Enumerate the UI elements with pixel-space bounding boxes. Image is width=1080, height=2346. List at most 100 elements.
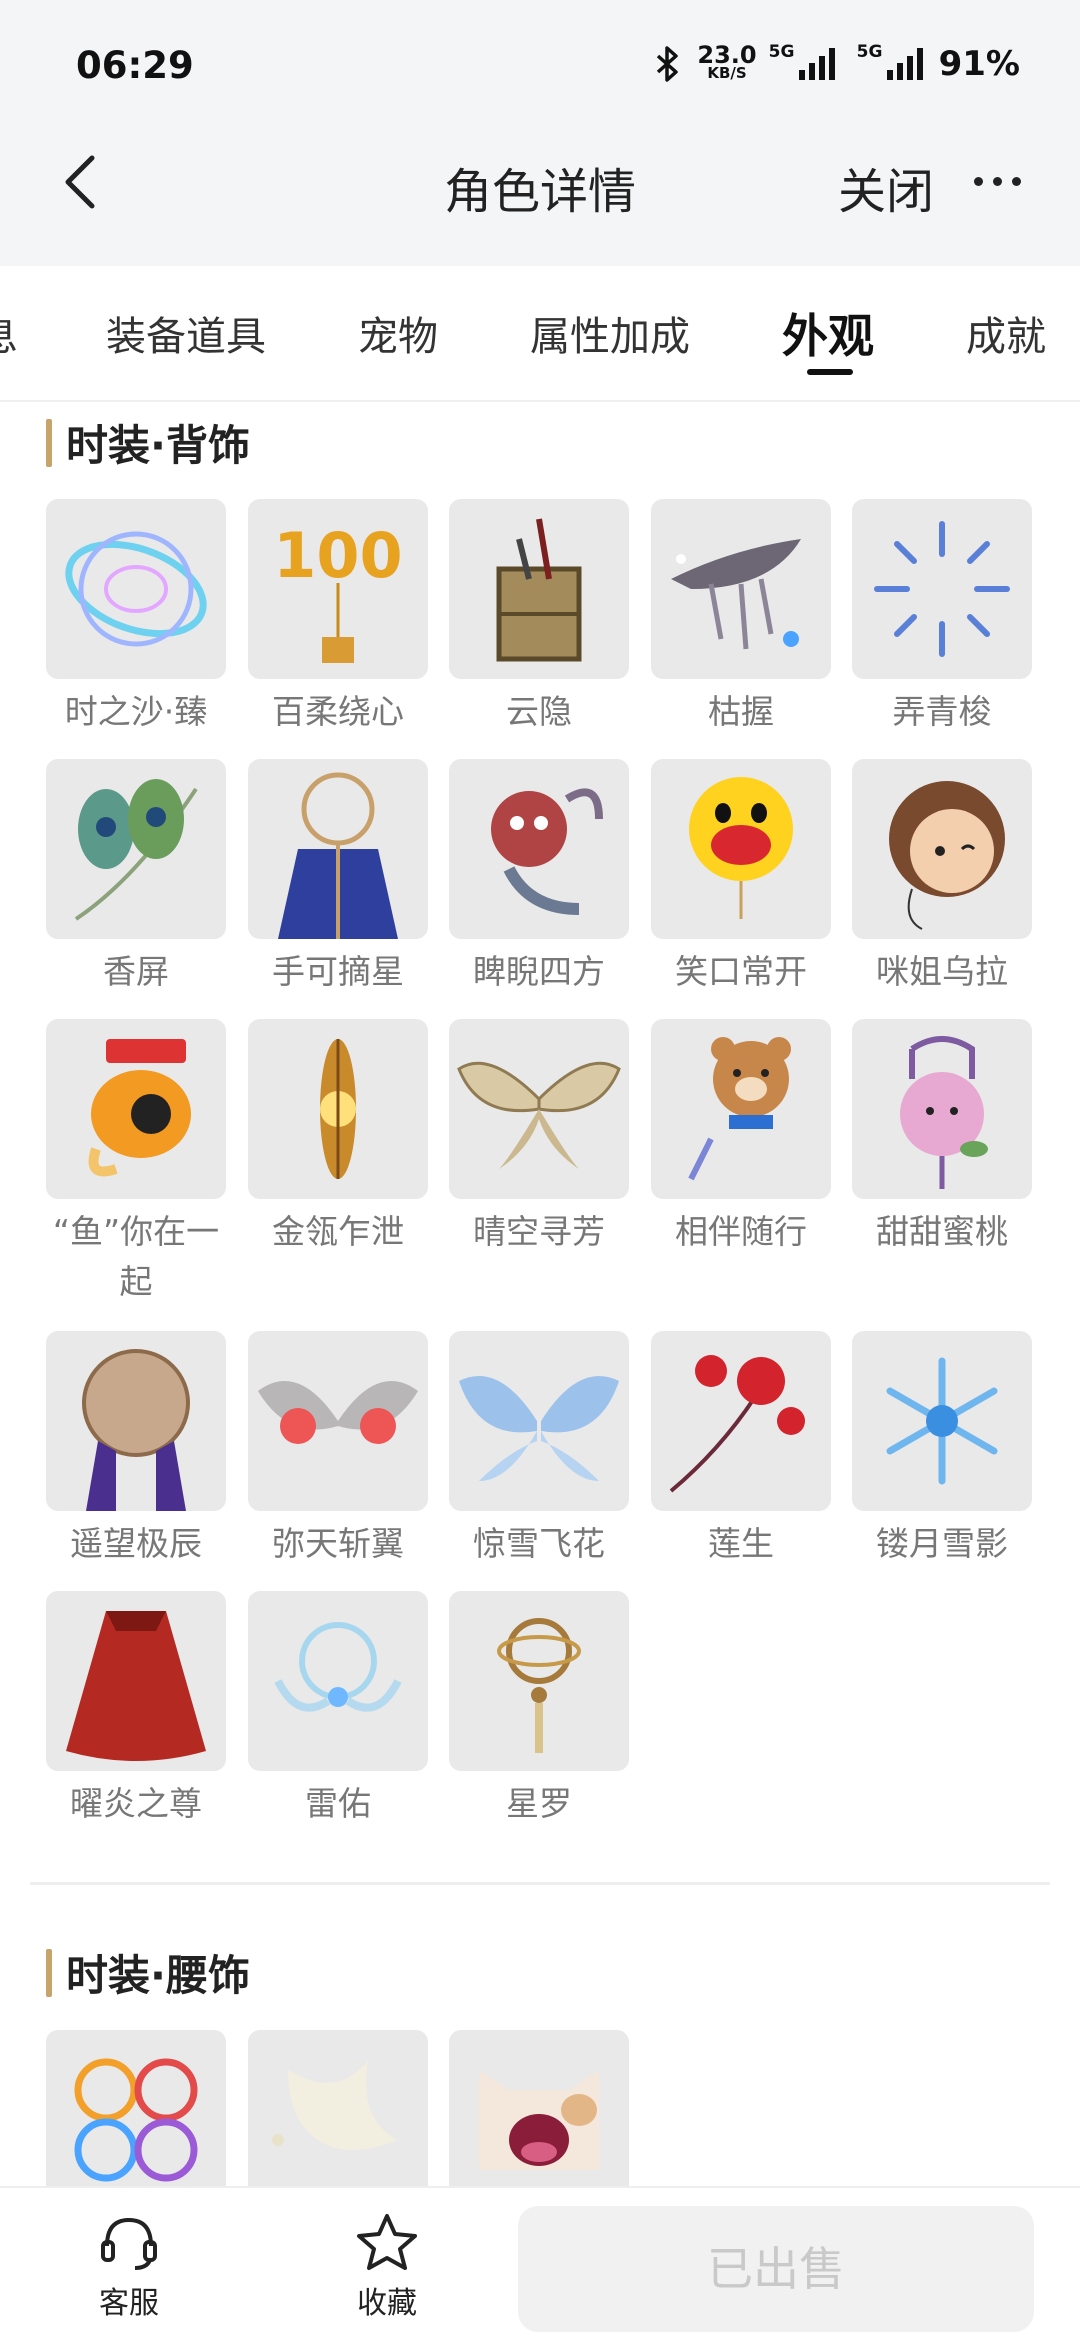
item-label: 惊雪飞花 — [473, 1524, 605, 1563]
dove-icon — [248, 2030, 428, 2210]
item-card[interactable]: 莲生 — [651, 1331, 831, 1569]
status-indicators: 23.0 KB/S 5G 5G 91% — [655, 41, 1020, 84]
bluetooth-icon — [657, 46, 679, 82]
item-card[interactable] — [449, 2030, 629, 2210]
tab-bar: 息 装备道具 宠物 属性加成 外观 成就 — [0, 266, 1080, 402]
status-time: 06:29 — [76, 44, 194, 87]
item-card[interactable]: 弄青梭 — [852, 499, 1032, 737]
snowflake-icon — [852, 1331, 1032, 1511]
item-card[interactable]: 曜炎之尊 — [46, 1591, 226, 1829]
item-card[interactable] — [248, 2030, 428, 2210]
item-card[interactable]: 甜甜蜜桃 — [852, 1019, 1032, 1257]
peacock-feather-icon — [46, 759, 226, 939]
blue-wings-icon — [449, 1331, 629, 1511]
tab-equipment[interactable]: 装备道具 — [106, 304, 266, 362]
item-label: 咪姐乌拉 — [876, 952, 1008, 991]
cat-icon — [449, 2030, 629, 2210]
item-card[interactable]: 时之沙·臻 — [46, 499, 226, 737]
tab-active-indicator — [807, 369, 853, 375]
tab-info[interactable]: 息 — [0, 304, 18, 362]
item-card[interactable]: 手可摘星 — [248, 759, 428, 997]
item-label: 甜甜蜜桃 — [876, 1212, 1008, 1251]
basket-icon — [449, 499, 629, 679]
item-label: 相伴随行 — [675, 1212, 807, 1251]
tab-attributes[interactable]: 属性加成 — [530, 304, 690, 362]
halo-icon — [248, 1591, 428, 1771]
more-icon[interactable] — [974, 166, 1044, 196]
net-speed: 23.0 KB/S — [697, 41, 757, 82]
item-label: 晴空寻芳 — [473, 1212, 605, 1251]
svg-text:100: 100 — [273, 519, 402, 592]
moon-cape-icon — [46, 1331, 226, 1511]
item-label: 香屏 — [103, 952, 169, 991]
item-label: 睥睨四方 — [473, 952, 605, 991]
item-label: 遥望极辰 — [70, 1524, 202, 1563]
tab-appearance[interactable]: 外观 — [782, 300, 874, 366]
item-label: 雷佑 — [305, 1784, 371, 1823]
item-card[interactable]: 咪姐乌拉 — [852, 759, 1032, 997]
section-divider — [30, 1882, 1050, 1885]
item-card[interactable]: “鱼”你在一起 — [46, 1019, 226, 1307]
bear-balloon-icon — [651, 1019, 831, 1199]
item-card[interactable]: 金瓴乍泄 — [248, 1019, 428, 1257]
item-label: 莲生 — [708, 1524, 774, 1563]
red-flower-icon — [651, 1331, 831, 1511]
item-card[interactable]: 惊雪飞花 — [449, 1331, 629, 1569]
item-label: 枯握 — [708, 692, 774, 731]
demon-icon — [449, 759, 629, 939]
balloon-100-icon: 100 — [248, 499, 428, 679]
title-bar: 角色详情 关闭 — [0, 130, 1080, 240]
fish-icon — [46, 1019, 226, 1199]
battery-level: 91% — [938, 44, 1020, 84]
red-cape-icon — [46, 1591, 226, 1771]
item-label: 金瓴乍泄 — [272, 1212, 404, 1251]
red-wings-icon — [248, 1331, 428, 1511]
item-card[interactable]: 睥睨四方 — [449, 759, 629, 997]
item-label: 云隐 — [506, 692, 572, 731]
tab-pets[interactable]: 宠物 — [358, 304, 438, 362]
customer-service-button[interactable]: 客服 — [64, 2212, 194, 2322]
item-card[interactable]: 云隐 — [449, 499, 629, 737]
smiley-balloon-icon — [651, 759, 831, 939]
item-card[interactable]: 100 百柔绕心 — [248, 499, 428, 737]
favorite-button[interactable]: 收藏 — [322, 2212, 452, 2322]
item-label: “鱼”你在一起 — [52, 1212, 220, 1301]
status-bar: 06:29 23.0 KB/S 5G 5G 91% — [0, 40, 1080, 100]
star-icon — [357, 2214, 417, 2270]
item-label: 笑口常开 — [675, 952, 807, 991]
section-title-waist-accessory: 时装·腰饰 — [46, 1942, 250, 2003]
item-card[interactable]: 星罗 — [449, 1591, 629, 1829]
item-card[interactable]: 笑口常开 — [651, 759, 831, 997]
section-title-back-accessory: 时装·背饰 — [46, 412, 250, 473]
item-label: 星罗 — [506, 1784, 572, 1823]
item-card[interactable]: 相伴随行 — [651, 1019, 831, 1257]
item-card[interactable]: 香屏 — [46, 759, 226, 997]
item-label: 弄青梭 — [892, 692, 992, 731]
dreamcatcher-cape-icon — [248, 759, 428, 939]
peach-icon — [852, 1019, 1032, 1199]
tab-achievements[interactable]: 成就 — [966, 304, 1046, 362]
item-card[interactable] — [46, 2030, 226, 2210]
bottom-action-bar: 客服 收藏 已出售 — [0, 2186, 1080, 2346]
golden-feather-icon — [248, 1019, 428, 1199]
top-bar: 06:29 23.0 KB/S 5G 5G 91% 角色详情 关闭 — [0, 0, 1080, 266]
sparkle-ring-icon — [852, 499, 1032, 679]
headset-icon — [101, 2217, 157, 2270]
ring-icon — [46, 499, 226, 679]
rings-icon — [46, 2030, 226, 2210]
item-label: 弥天斩翼 — [272, 1524, 404, 1563]
item-card[interactable]: 晴空寻芳 — [449, 1019, 629, 1257]
signal-icon-1: 5G — [769, 42, 835, 80]
item-card[interactable]: 镂月雪影 — [852, 1331, 1032, 1569]
girl-balloon-icon — [852, 759, 1032, 939]
item-card[interactable]: 遥望极辰 — [46, 1331, 226, 1569]
item-label: 镂月雪影 — [876, 1524, 1008, 1563]
butterfly-wings-icon — [449, 1019, 629, 1199]
close-button[interactable]: 关闭 — [838, 152, 934, 222]
item-label: 手可摘星 — [272, 952, 404, 991]
branch-icon — [651, 499, 831, 679]
item-card[interactable]: 雷佑 — [248, 1591, 428, 1829]
sold-button[interactable]: 已出售 — [518, 2206, 1034, 2332]
item-card[interactable]: 枯握 — [651, 499, 831, 737]
item-card[interactable]: 弥天斩翼 — [248, 1331, 428, 1569]
